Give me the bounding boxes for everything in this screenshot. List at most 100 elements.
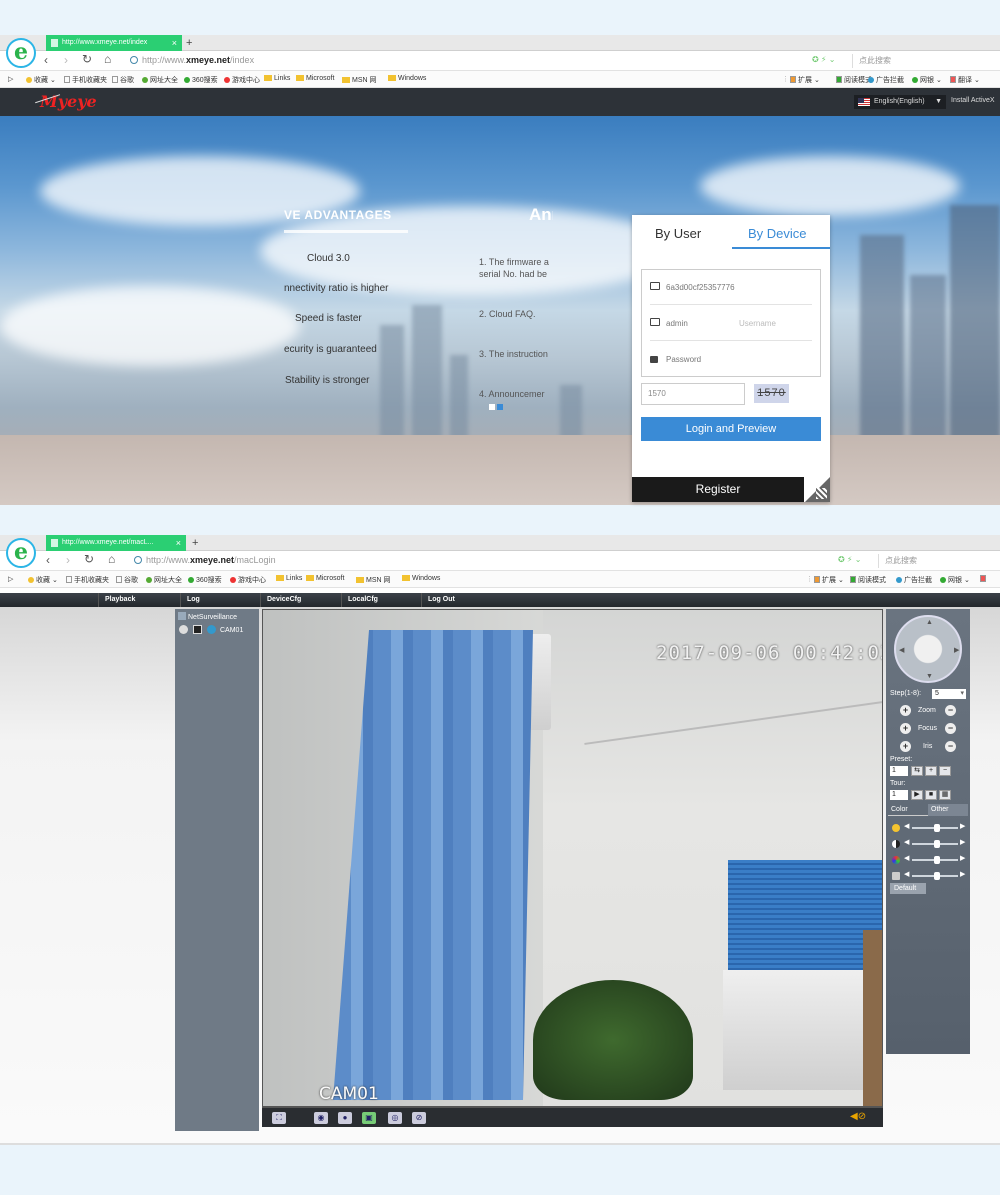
carousel-dot[interactable]	[489, 404, 495, 410]
bookmark-favorites[interactable]: 收藏 ⌄	[28, 575, 58, 585]
close-tab-icon[interactable]: ×	[172, 35, 177, 51]
toolbar-banking[interactable]: 网银 ⌄	[912, 75, 942, 85]
zoom-out-button[interactable]: −	[945, 705, 956, 716]
bookmark-msn[interactable]: MSN 网	[356, 575, 391, 585]
tour-input[interactable]: 1	[890, 790, 908, 800]
focus-out-button[interactable]: −	[945, 723, 956, 734]
bookmark-games[interactable]: 游戏中心	[224, 75, 260, 85]
username-field[interactable]: admin Username	[650, 306, 812, 341]
sidebar-toggle-icon[interactable]: ▷	[8, 75, 13, 83]
search-input[interactable]: 点此搜索	[852, 54, 1000, 68]
register-button[interactable]: Register	[632, 477, 804, 502]
security-shield-icon[interactable]: ✪ ⚡ ⌄	[838, 555, 861, 564]
bookmark-windows[interactable]: Windows	[402, 575, 440, 582]
tab-other[interactable]: Other	[928, 804, 968, 816]
password-field[interactable]: Password	[650, 342, 812, 377]
address-bar[interactable]: http://www.xmeye.net/macLogin	[134, 555, 276, 565]
forward-icon[interactable]: ›	[66, 553, 70, 567]
bookmark-links[interactable]: Links	[264, 75, 290, 82]
bookmark-hao[interactable]: 网址大全	[146, 575, 182, 585]
bookmark-google[interactable]: 谷歌	[112, 75, 134, 85]
tour-play-icon[interactable]: ▶	[911, 790, 923, 800]
bookmark-360[interactable]: 360搜索	[188, 575, 222, 585]
toolbar-adblock[interactable]: 广告拦截	[896, 575, 932, 585]
menu-device-cfg[interactable]: DeviceCfg	[260, 593, 340, 607]
carousel-dot-active[interactable]	[497, 404, 503, 410]
bookmark-google[interactable]: 谷歌	[116, 575, 138, 585]
default-button[interactable]: Default	[890, 883, 926, 894]
ptz-joystick[interactable]: ▲ ▼ ◀ ▶	[894, 615, 962, 683]
bookmark-microsoft[interactable]: Microsoft	[306, 575, 344, 582]
toolbar-translate-icon[interactable]	[980, 575, 988, 583]
snapshot-icon[interactable]: ◉	[314, 1112, 328, 1124]
focus-in-button[interactable]: +	[900, 723, 911, 734]
bookmark-mobile[interactable]: 手机收藏夹	[64, 75, 107, 85]
slider-brightness[interactable]: ◀ ▶	[890, 823, 968, 833]
preset-remove-icon[interactable]: −	[939, 766, 951, 776]
stop-all-icon[interactable]: ⊘	[412, 1112, 426, 1124]
forward-icon[interactable]: ›	[64, 53, 68, 67]
iris-open-button[interactable]: +	[900, 741, 911, 752]
language-select[interactable]: English(English) ▼	[854, 95, 946, 109]
bookmark-links[interactable]: Links	[276, 575, 302, 582]
step-select[interactable]: 5 ▾	[932, 689, 966, 699]
search-input[interactable]: 点此搜索	[878, 554, 1000, 568]
slider-saturation[interactable]: ◀ ▶	[890, 855, 968, 865]
reload-icon[interactable]: ↻	[84, 552, 94, 566]
bookmark-windows[interactable]: Windows	[388, 75, 426, 82]
announcement-item[interactable]: 2. Cloud FAQ.	[479, 308, 536, 320]
zoom-in-button[interactable]: +	[900, 705, 911, 716]
bookmark-mobile[interactable]: 手机收藏夹	[66, 575, 109, 585]
toolbar-translate[interactable]: 翻译 ⌄	[950, 75, 980, 85]
preset-add-icon[interactable]: +	[925, 766, 937, 776]
play-icon[interactable]	[193, 625, 202, 634]
tour-stop-icon[interactable]: ■	[925, 790, 937, 800]
tree-camera-item[interactable]: CAM01	[179, 625, 243, 634]
toolbar-reading-mode[interactable]: 阅读模式	[850, 575, 886, 585]
preset-goto-icon[interactable]: ⇆	[911, 766, 923, 776]
image-icon[interactable]: ▣	[362, 1112, 376, 1124]
toolbar-reading-mode[interactable]: 阅读模式	[836, 75, 872, 85]
home-icon[interactable]: ⌂	[104, 52, 111, 66]
install-activex-link[interactable]: Install ActiveX	[951, 97, 995, 104]
record-icon[interactable]	[179, 625, 188, 634]
record-video-icon[interactable]: ●	[338, 1112, 352, 1124]
bookmark-hao[interactable]: 网址大全	[142, 75, 178, 85]
preset-input[interactable]: 1	[890, 766, 908, 776]
tab-color[interactable]: Color	[888, 804, 928, 816]
tour-grid-icon[interactable]: ▦	[939, 790, 951, 800]
tree-root[interactable]: NetSurveillance	[178, 612, 237, 621]
video-preview[interactable]: 2017-09-06 00:42:03 CAM01	[262, 609, 883, 1107]
announcement-item[interactable]: 1. The firmware a	[479, 256, 549, 268]
close-tab-icon[interactable]: ×	[176, 535, 181, 551]
bookmark-favorites[interactable]: 收藏 ⌄	[26, 75, 56, 85]
toolbar-adblock[interactable]: 广告拦截	[868, 75, 904, 85]
bookmark-microsoft[interactable]: Microsoft	[296, 75, 334, 82]
menu-log-out[interactable]: Log Out	[421, 593, 501, 607]
bookmark-games[interactable]: 游戏中心	[230, 575, 266, 585]
back-icon[interactable]: ‹	[44, 53, 48, 67]
toolbar-extensions[interactable]: 扩展 ⌄	[814, 575, 844, 585]
announcement-item[interactable]: serial No. had be	[479, 268, 547, 280]
fullscreen-icon[interactable]: ⛶	[272, 1112, 286, 1124]
menu-log[interactable]: Log	[180, 593, 260, 607]
toolbar-extensions[interactable]: 扩展 ⌄	[790, 75, 820, 85]
sidebar-toggle-icon[interactable]: ▷	[8, 575, 13, 583]
home-icon[interactable]: ⌂	[108, 552, 115, 566]
browser-tab[interactable]: http://www.xmeye.net/index ×	[46, 35, 182, 51]
announcement-item[interactable]: 4. Announcemer	[479, 388, 545, 400]
slider-hue[interactable]: ◀ ▶	[890, 871, 968, 881]
address-bar[interactable]: http://www.xmeye.net/index	[130, 55, 254, 65]
qr-code-icon[interactable]	[805, 477, 830, 502]
menu-playback[interactable]: Playback	[98, 593, 178, 607]
bookmark-360[interactable]: 360搜索	[184, 75, 218, 85]
browser-tab[interactable]: http://www.xmeye.net/macL... ×	[46, 535, 186, 551]
iris-close-button[interactable]: −	[945, 741, 956, 752]
toolbar-banking[interactable]: 网银 ⌄	[940, 575, 970, 585]
tab-by-device[interactable]: By Device	[748, 226, 807, 241]
login-preview-button[interactable]: Login and Preview	[641, 417, 821, 441]
new-tab-icon[interactable]: +	[186, 35, 192, 51]
announcement-item[interactable]: 3. The instruction	[479, 348, 548, 360]
volume-muted-icon[interactable]: ◀⊘	[850, 1111, 866, 1122]
menu-local-cfg[interactable]: LocalCfg	[341, 593, 421, 607]
